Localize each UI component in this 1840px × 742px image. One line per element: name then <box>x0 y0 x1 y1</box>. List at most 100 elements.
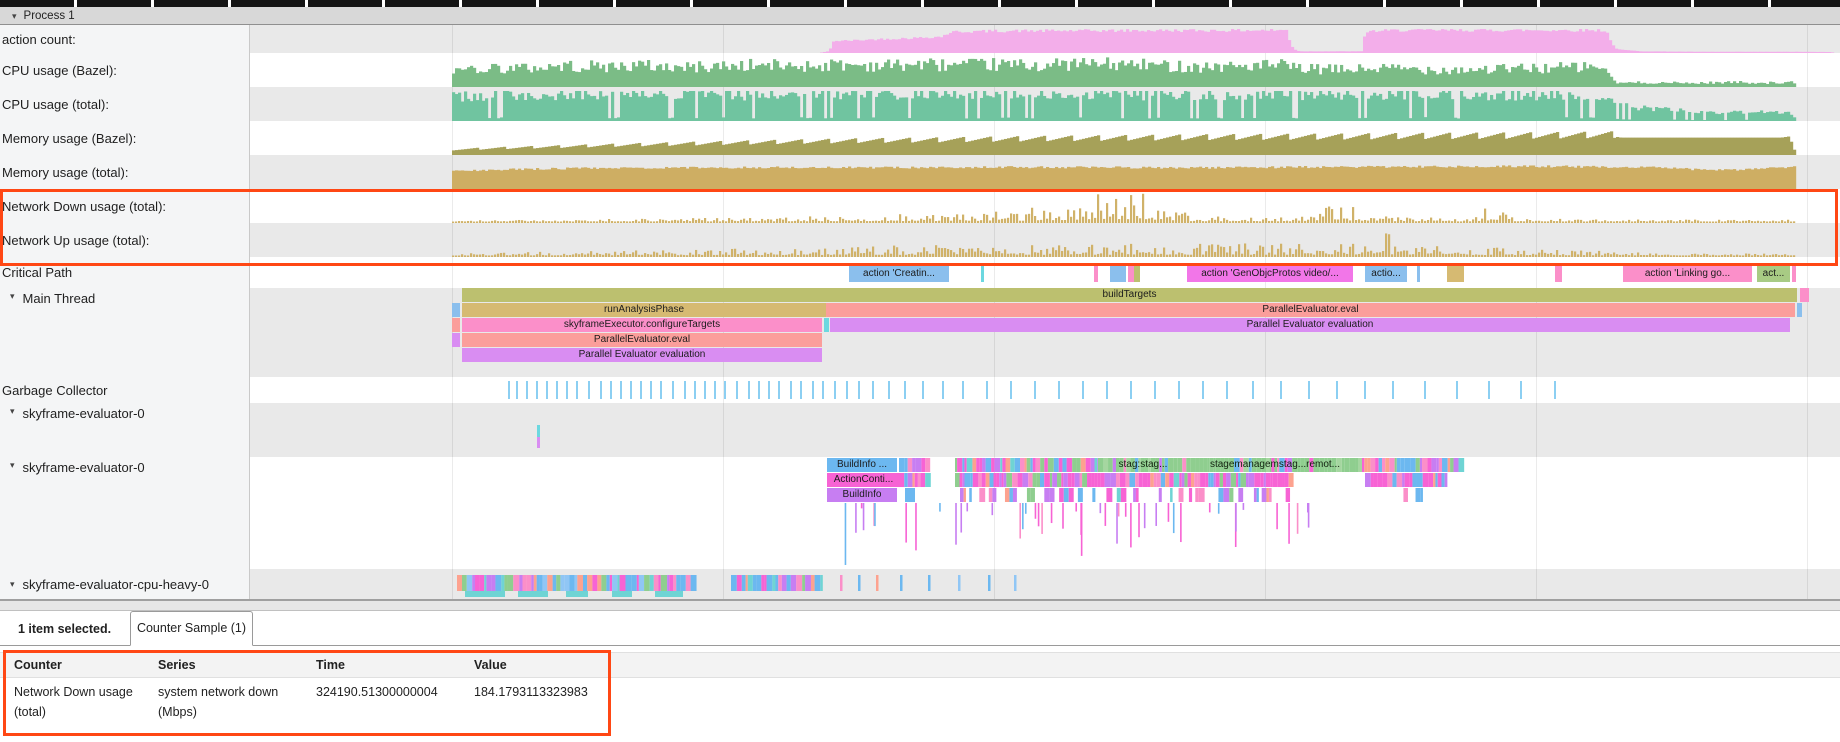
gc-event-tick[interactable] <box>1130 381 1132 399</box>
chevron-down-icon[interactable]: ▾ <box>10 460 15 471</box>
gc-event-tick[interactable] <box>1336 381 1338 399</box>
gc-event-tick[interactable] <box>610 381 612 399</box>
slice[interactable] <box>1792 266 1796 282</box>
track-canvas-skyframe-evaluator-0-b[interactable]: stag:stag...stagemanagemstag...remot...B… <box>250 457 1840 569</box>
gc-event-tick[interactable] <box>888 381 890 399</box>
track-canvas-mem-bazel[interactable] <box>250 121 1840 155</box>
track-canvas-main-thread[interactable]: buildTargetsrunAnalysisPhaseParallelEval… <box>250 288 1840 377</box>
gc-event-tick[interactable] <box>1226 381 1228 399</box>
track-shell-net-up[interactable]: Network Up usage (total): <box>0 223 250 257</box>
track-shell-mem-bazel[interactable]: Memory usage (Bazel): <box>0 121 250 155</box>
gc-event-tick[interactable] <box>576 381 578 399</box>
gc-event-tick[interactable] <box>660 381 662 399</box>
panel-resize-handle[interactable] <box>0 599 1840 611</box>
gc-event-tick[interactable] <box>630 381 632 399</box>
slice-act-[interactable]: act... <box>1757 266 1790 282</box>
slice-parallel-evaluator-evaluatio[interactable]: Parallel Evaluator evaluation <box>830 318 1790 332</box>
track-shell-net-down[interactable]: Network Down usage (total): <box>0 189 250 223</box>
slice-action-linking-go-[interactable]: action 'Linking go... <box>1623 266 1752 282</box>
gc-event-tick[interactable] <box>1082 381 1084 399</box>
gc-event-tick[interactable] <box>758 381 760 399</box>
gc-event-tick[interactable] <box>768 381 770 399</box>
slice[interactable] <box>1797 303 1802 317</box>
gc-event-tick[interactable] <box>546 381 548 399</box>
gc-event-tick[interactable] <box>556 381 558 399</box>
gc-event-tick[interactable] <box>858 381 860 399</box>
gc-event-tick[interactable] <box>1364 381 1366 399</box>
track-canvas-gc[interactable] <box>250 377 1840 403</box>
slice[interactable] <box>1417 266 1420 282</box>
gc-event-tick[interactable] <box>1280 381 1282 399</box>
gc-event-tick[interactable] <box>872 381 874 399</box>
track-shell-action-count[interactable]: action count: <box>0 25 250 53</box>
slice-actio-[interactable]: actio... <box>1365 266 1407 282</box>
track-canvas-skyframe-evaluator-cpu-heavy-0[interactable] <box>250 569 1840 599</box>
track-shell-mem-total[interactable]: Memory usage (total): <box>0 155 250 189</box>
gc-event-tick[interactable] <box>640 381 642 399</box>
track-shell-skyframe-evaluator-cpu-heavy-0[interactable]: ▾skyframe-evaluator-cpu-heavy-0 <box>0 569 250 599</box>
slice-skyframeexecutor-configureta[interactable]: skyframeExecutor.configureTargets <box>462 318 822 332</box>
gc-event-tick[interactable] <box>704 381 706 399</box>
slice[interactable] <box>452 333 460 347</box>
slice[interactable] <box>981 266 984 282</box>
chevron-down-icon[interactable]: ▾ <box>10 291 15 302</box>
slice[interactable] <box>1447 266 1464 282</box>
gc-event-tick[interactable] <box>834 381 836 399</box>
slice-parallelevaluator-eval[interactable]: ParallelEvaluator.eval <box>462 333 822 347</box>
chevron-down-icon[interactable]: ▾ <box>10 579 15 590</box>
slice-runanalysisphase[interactable]: runAnalysisPhase <box>462 303 826 317</box>
gc-event-tick[interactable] <box>516 381 518 399</box>
slice[interactable] <box>1094 266 1098 282</box>
gc-event-tick[interactable] <box>778 381 780 399</box>
gc-event-tick[interactable] <box>566 381 568 399</box>
gc-event-tick[interactable] <box>600 381 602 399</box>
gc-event-tick[interactable] <box>508 381 510 399</box>
track-shell-cpu-bazel[interactable]: CPU usage (Bazel): <box>0 53 250 87</box>
gc-event-tick[interactable] <box>694 381 696 399</box>
slice-actionconti-[interactable]: ActionConti... <box>827 473 900 487</box>
slice[interactable] <box>452 318 460 332</box>
timeline-minimap[interactable] <box>0 0 1840 7</box>
slice[interactable] <box>1555 266 1562 282</box>
track-canvas-mem-total[interactable] <box>250 155 1840 189</box>
gc-event-tick[interactable] <box>1058 381 1060 399</box>
gc-event-tick[interactable] <box>922 381 924 399</box>
slice[interactable] <box>1110 266 1126 282</box>
slice[interactable] <box>1134 266 1140 282</box>
track-shell-critical-path[interactable]: Critical Path <box>0 257 250 288</box>
track-shell-cpu-total[interactable]: CPU usage (total): <box>0 87 250 121</box>
slice-buildtargets[interactable]: buildTargets <box>462 288 1797 302</box>
gc-event-tick[interactable] <box>620 381 622 399</box>
slice-buildinfo[interactable]: BuildInfo <box>827 488 897 502</box>
gc-event-tick[interactable] <box>822 381 824 399</box>
slice-action-genobjcprotos-video-[interactable]: action 'GenObjcProtos video/... <box>1187 266 1353 282</box>
gc-event-tick[interactable] <box>962 381 964 399</box>
chevron-down-icon[interactable]: ▾ <box>10 406 15 417</box>
track-shell-gc[interactable]: Garbage Collector <box>0 377 250 403</box>
track-canvas-cpu-bazel[interactable] <box>250 53 1840 87</box>
gc-event-tick[interactable] <box>1554 381 1556 399</box>
gc-event-tick[interactable] <box>1106 381 1108 399</box>
gc-event-tick[interactable] <box>536 381 538 399</box>
gc-event-tick[interactable] <box>748 381 750 399</box>
track-canvas-skyframe-evaluator-0-a[interactable] <box>250 403 1840 457</box>
gc-event-tick[interactable] <box>1178 381 1180 399</box>
gc-event-tick[interactable] <box>1520 381 1522 399</box>
gc-event-tick[interactable] <box>1488 381 1490 399</box>
slice[interactable] <box>1800 288 1809 302</box>
gc-event-tick[interactable] <box>1154 381 1156 399</box>
track-canvas-net-up[interactable] <box>250 223 1840 257</box>
tiny-slice[interactable] <box>537 425 540 437</box>
slice-parallelevaluator-eval[interactable]: ParallelEvaluator.eval <box>826 303 1795 317</box>
gc-event-tick[interactable] <box>672 381 674 399</box>
track-canvas-net-down[interactable] <box>250 189 1840 223</box>
gc-event-tick[interactable] <box>684 381 686 399</box>
gc-event-tick[interactable] <box>942 381 944 399</box>
gc-event-tick[interactable] <box>736 381 738 399</box>
slice-buildinfo-[interactable]: BuildInfo ... <box>827 458 897 472</box>
gc-event-tick[interactable] <box>904 381 906 399</box>
gc-event-tick[interactable] <box>1308 381 1310 399</box>
gc-event-tick[interactable] <box>714 381 716 399</box>
gc-event-tick[interactable] <box>1252 381 1254 399</box>
gc-event-tick[interactable] <box>986 381 988 399</box>
